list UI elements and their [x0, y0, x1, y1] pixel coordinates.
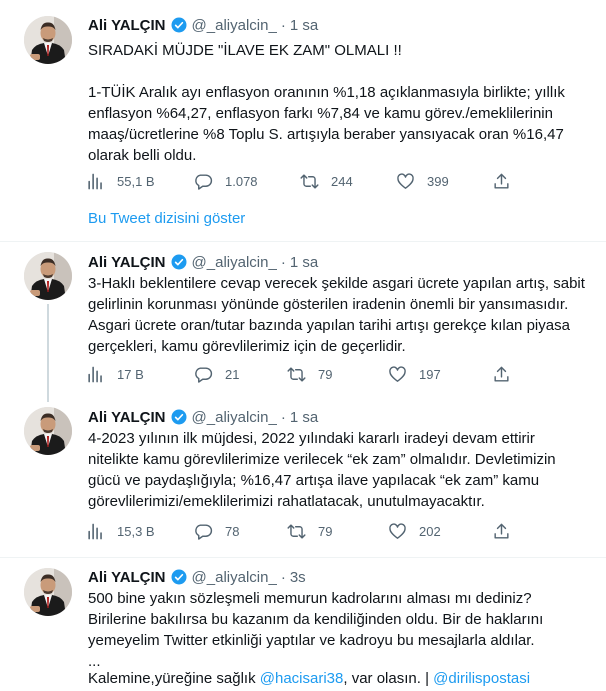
reply-bubble-icon	[195, 524, 213, 540]
tweet-closing-line: Kalemine,yüreğine sağlık @hacisari38, va…	[88, 668, 588, 689]
thread-connector-line	[47, 304, 49, 402]
retweet-count: 79	[318, 524, 333, 539]
like-button[interactable]: 202	[388, 522, 441, 541]
views-count: 55,1 B	[117, 174, 155, 189]
tweet-timestamp[interactable]: 3s	[290, 569, 306, 586]
author-name[interactable]: Ali YALÇIN	[88, 409, 166, 426]
bar-chart-icon	[88, 366, 102, 383]
show-thread-link[interactable]: Bu Tweet dizisini göster	[88, 210, 245, 227]
tweet-header: Ali YALÇIN @_aliyalcin_ · 1 sa	[88, 15, 318, 35]
retweet-button[interactable]: 79	[287, 522, 332, 541]
share-upload-icon	[494, 523, 509, 539]
tweet-actions: 17 B 21 79 197	[82, 365, 512, 387]
like-count: 202	[419, 524, 441, 539]
author-handle[interactable]: @_aliyalcin_	[192, 17, 277, 34]
heart-icon	[397, 173, 414, 189]
tweet-2[interactable]: Ali YALÇIN @_aliyalcin_ · 1 sa 3-Haklı b…	[0, 241, 606, 402]
views-button[interactable]: 55,1 B	[86, 172, 155, 191]
author-name[interactable]: Ali YALÇIN	[88, 254, 166, 271]
avatar-image	[24, 16, 72, 64]
reply-button[interactable]: 21	[194, 365, 239, 384]
tweet-text: 1-TÜİK Aralık ayı enflasyon oranının %1,…	[88, 84, 565, 164]
closing-text: Kalemine,yüreğine sağlık	[88, 670, 260, 687]
reply-count: 78	[225, 524, 240, 539]
retweet-icon	[287, 367, 306, 382]
avatar[interactable]	[24, 16, 72, 64]
share-button[interactable]	[492, 365, 523, 384]
separator-dot: ·	[280, 568, 286, 586]
author-name[interactable]: Ali YALÇIN	[88, 569, 166, 586]
retweet-count: 244	[331, 174, 353, 189]
share-upload-icon	[494, 173, 509, 189]
bar-chart-icon	[88, 523, 102, 540]
retweet-icon	[300, 174, 319, 189]
like-button[interactable]: 399	[396, 172, 449, 191]
avatar[interactable]	[24, 568, 72, 616]
separator-dot: ·	[280, 16, 286, 34]
tweet-text: 4-2023 yılının ilk müjdesi, 2022 yılında…	[88, 430, 556, 510]
verified-badge-icon	[171, 17, 187, 33]
heart-icon	[389, 366, 406, 382]
tweet-text: 3-Haklı beklentilere cevap verecek şekil…	[88, 275, 585, 355]
author-handle[interactable]: @_aliyalcin_	[192, 569, 277, 586]
reply-count: 21	[225, 367, 240, 382]
tweet-actions: 15,3 B 78 79 202	[82, 522, 512, 544]
views-button[interactable]: 15,3 B	[86, 522, 155, 541]
separator-dot: ·	[280, 253, 286, 271]
mention-link[interactable]: @hacisari38	[260, 670, 344, 687]
tweet-1[interactable]: Ali YALÇIN @_aliyalcin_ · 1 sa SIRADAKİ …	[0, 0, 606, 241]
author-name[interactable]: Ali YALÇIN	[88, 17, 166, 34]
views-count: 15,3 B	[117, 524, 155, 539]
avatar-image	[24, 407, 72, 455]
share-button[interactable]	[492, 172, 523, 191]
retweet-button[interactable]: 79	[287, 365, 332, 384]
retweet-count: 79	[318, 367, 333, 382]
tweet-4[interactable]: Ali YALÇIN @_aliyalcin_ · 3s 500 bine ya…	[0, 557, 606, 691]
share-upload-icon	[494, 366, 509, 382]
tweet-timestamp[interactable]: 1 sa	[290, 254, 318, 271]
like-count: 197	[419, 367, 441, 382]
reply-bubble-icon	[195, 367, 213, 383]
author-handle[interactable]: @_aliyalcin_	[192, 254, 277, 271]
tweet-actions: 55,1 B 1.078 244 399	[82, 172, 512, 194]
verified-badge-icon	[171, 409, 187, 425]
tweet-text: 500 bine yakın sözleşmeli memurun kadrol…	[88, 590, 544, 649]
retweet-button[interactable]: 244	[300, 172, 353, 191]
tweet-header: Ali YALÇIN @_aliyalcin_ · 3s	[88, 567, 306, 587]
heart-icon	[389, 523, 406, 539]
avatar[interactable]	[24, 252, 72, 300]
tweet-header: Ali YALÇIN @_aliyalcin_ · 1 sa	[88, 407, 318, 427]
reply-bubble-icon	[195, 174, 213, 190]
separator-dot: ·	[280, 408, 286, 426]
avatar-image	[24, 568, 72, 616]
views-count: 17 B	[117, 367, 144, 382]
reply-button[interactable]: 78	[194, 522, 239, 541]
like-count: 399	[427, 174, 449, 189]
verified-badge-icon	[171, 569, 187, 585]
bar-chart-icon	[88, 173, 102, 190]
closing-text: , var olasın. |	[343, 670, 434, 687]
mention-link[interactable]: @dirilispostasi	[433, 670, 530, 687]
retweet-icon	[287, 524, 306, 539]
avatar-image	[24, 252, 72, 300]
views-button[interactable]: 17 B	[86, 365, 144, 384]
tweet-headline: SIRADAKİ MÜJDE "İLAVE EK ZAM" OLMALI !!	[88, 42, 402, 59]
tweet-timestamp[interactable]: 1 sa	[290, 17, 318, 34]
author-handle[interactable]: @_aliyalcin_	[192, 409, 277, 426]
tweet-3[interactable]: Ali YALÇIN @_aliyalcin_ · 1 sa 4-2023 yı…	[0, 402, 606, 557]
like-button[interactable]: 197	[388, 365, 441, 384]
avatar[interactable]	[24, 407, 72, 455]
verified-badge-icon	[171, 254, 187, 270]
tweet-header: Ali YALÇIN @_aliyalcin_ · 1 sa	[88, 252, 318, 272]
reply-count: 1.078	[225, 174, 258, 189]
reply-button[interactable]: 1.078	[194, 172, 258, 191]
tweet-timestamp[interactable]: 1 sa	[290, 409, 318, 426]
share-button[interactable]	[492, 522, 523, 541]
